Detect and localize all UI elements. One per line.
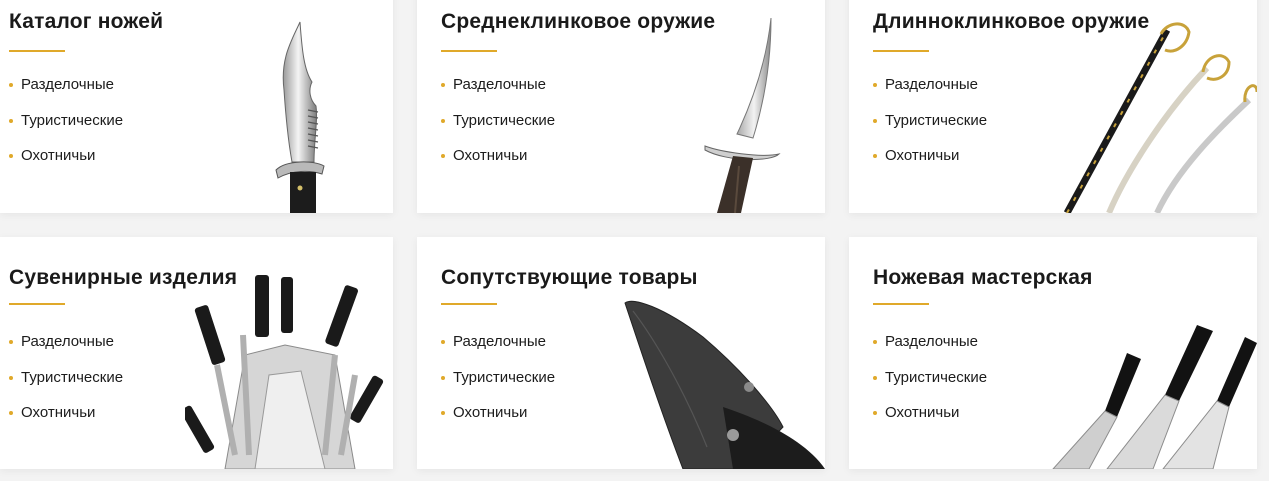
title-underline <box>441 50 497 52</box>
sabers-icon <box>1063 22 1257 213</box>
bullet-dot <box>441 340 445 344</box>
subcategory-link[interactable]: Охотничьи <box>873 404 987 440</box>
subcategory-label: Разделочные <box>21 76 114 93</box>
subcategory-label: Разделочные <box>885 76 978 93</box>
category-card-medium-blade[interactable]: Среднеклинковое оружие Разделочные Турис… <box>417 0 825 213</box>
category-card-accessories[interactable]: Сопутствующие товары Разделочные Туристи… <box>417 237 825 469</box>
subcategory-label: Разделочные <box>453 76 546 93</box>
bullet-dot <box>441 83 445 87</box>
bullet-dot <box>873 375 877 380</box>
card-title[interactable]: Сувенирные изделия <box>9 266 237 290</box>
subcategory-link[interactable]: Охотничьи <box>873 147 987 183</box>
subcategory-label: Туристические <box>21 111 124 129</box>
title-underline <box>441 303 497 305</box>
subcategory-link[interactable]: Туристические <box>441 369 555 405</box>
bullet-dot <box>9 83 13 87</box>
subcategory-link[interactable]: Охотничьи <box>9 147 123 183</box>
bullet-dot <box>9 154 13 158</box>
bullet-dot <box>441 375 445 380</box>
bullet-dot <box>441 118 445 123</box>
subcategory-link[interactable]: Туристические <box>873 112 987 148</box>
subcategory-list: Разделочные Туристические Охотничьи <box>873 76 987 183</box>
bullet-dot <box>9 118 13 123</box>
subcategory-label: Туристические <box>21 368 124 386</box>
category-card-knife-workshop[interactable]: Ножевая мастерская Разделочные Туристиче… <box>849 237 1257 469</box>
bullet-dot <box>9 375 13 380</box>
subcategory-label: Туристические <box>885 368 988 386</box>
subcategory-link[interactable]: Туристические <box>9 112 123 148</box>
subcategory-link[interactable]: Разделочные <box>441 76 555 112</box>
subcategory-label: Туристические <box>453 111 556 129</box>
subcategory-label: Охотничьи <box>21 147 96 164</box>
bullet-dot <box>9 411 13 415</box>
subcategory-label: Разделочные <box>21 333 114 350</box>
subcategory-link[interactable]: Разделочные <box>9 333 123 369</box>
subcategory-link[interactable]: Разделочные <box>873 76 987 112</box>
card-title[interactable]: Ножевая мастерская <box>873 266 1093 290</box>
bullet-dot <box>873 340 877 344</box>
subcategory-link[interactable]: Охотничьи <box>441 404 555 440</box>
bullet-dot <box>873 154 877 158</box>
subcategory-label: Охотничьи <box>885 404 960 421</box>
subcategory-link[interactable]: Охотничьи <box>441 147 555 183</box>
subcategory-label: Охотничьи <box>21 404 96 421</box>
subcategory-link[interactable]: Туристические <box>9 369 123 405</box>
subcategory-link[interactable]: Охотничьи <box>9 404 123 440</box>
card-title[interactable]: Длинноклинковое оружие <box>873 10 1149 34</box>
bullet-dot <box>873 118 877 123</box>
bullet-dot <box>9 340 13 344</box>
subcategory-link[interactable]: Туристические <box>441 112 555 148</box>
subcategory-link[interactable]: Разделочные <box>441 333 555 369</box>
subcategory-label: Охотничьи <box>885 147 960 164</box>
kitchen-knives-icon <box>1052 325 1257 469</box>
knife-sheath-icon <box>624 300 825 469</box>
knife-set-icon <box>185 275 384 469</box>
subcategory-list: Разделочные Туристические Охотничьи <box>873 333 987 440</box>
bullet-dot <box>873 411 877 415</box>
title-underline <box>873 303 929 305</box>
dagger-icon <box>704 17 781 213</box>
title-underline <box>873 50 929 52</box>
subcategory-label: Охотничьи <box>453 147 528 164</box>
card-title[interactable]: Сопутствующие товары <box>441 266 698 290</box>
subcategory-label: Туристические <box>885 111 988 129</box>
subcategory-label: Туристические <box>453 368 556 386</box>
bullet-dot <box>441 411 445 415</box>
category-card-knife-catalog[interactable]: Каталог ножей Разделочные Туристические … <box>0 0 393 213</box>
subcategory-list: Разделочные Туристические Охотничьи <box>9 76 123 183</box>
card-title[interactable]: Среднеклинковое оружие <box>441 10 715 34</box>
card-title[interactable]: Каталог ножей <box>9 10 163 34</box>
subcategory-label: Разделочные <box>453 333 546 350</box>
subcategory-link[interactable]: Разделочные <box>9 76 123 112</box>
subcategory-list: Разделочные Туристические Охотничьи <box>441 76 555 183</box>
title-underline <box>9 303 65 305</box>
bullet-dot <box>441 154 445 158</box>
subcategory-label: Охотничьи <box>453 404 528 421</box>
bullet-dot <box>873 83 877 87</box>
subcategory-link[interactable]: Туристические <box>873 369 987 405</box>
subcategory-link[interactable]: Разделочные <box>873 333 987 369</box>
category-card-long-blade[interactable]: Длинноклинковое оружие Разделочные Турис… <box>849 0 1257 213</box>
title-underline <box>9 50 65 52</box>
subcategory-label: Разделочные <box>885 333 978 350</box>
subcategory-list: Разделочные Туристические Охотничьи <box>441 333 555 440</box>
category-card-souvenirs[interactable]: Сувенирные изделия Разделочные Туристиче… <box>0 237 393 469</box>
subcategory-list: Разделочные Туристические Охотничьи <box>9 333 123 440</box>
hunting-knife-icon <box>275 21 325 213</box>
